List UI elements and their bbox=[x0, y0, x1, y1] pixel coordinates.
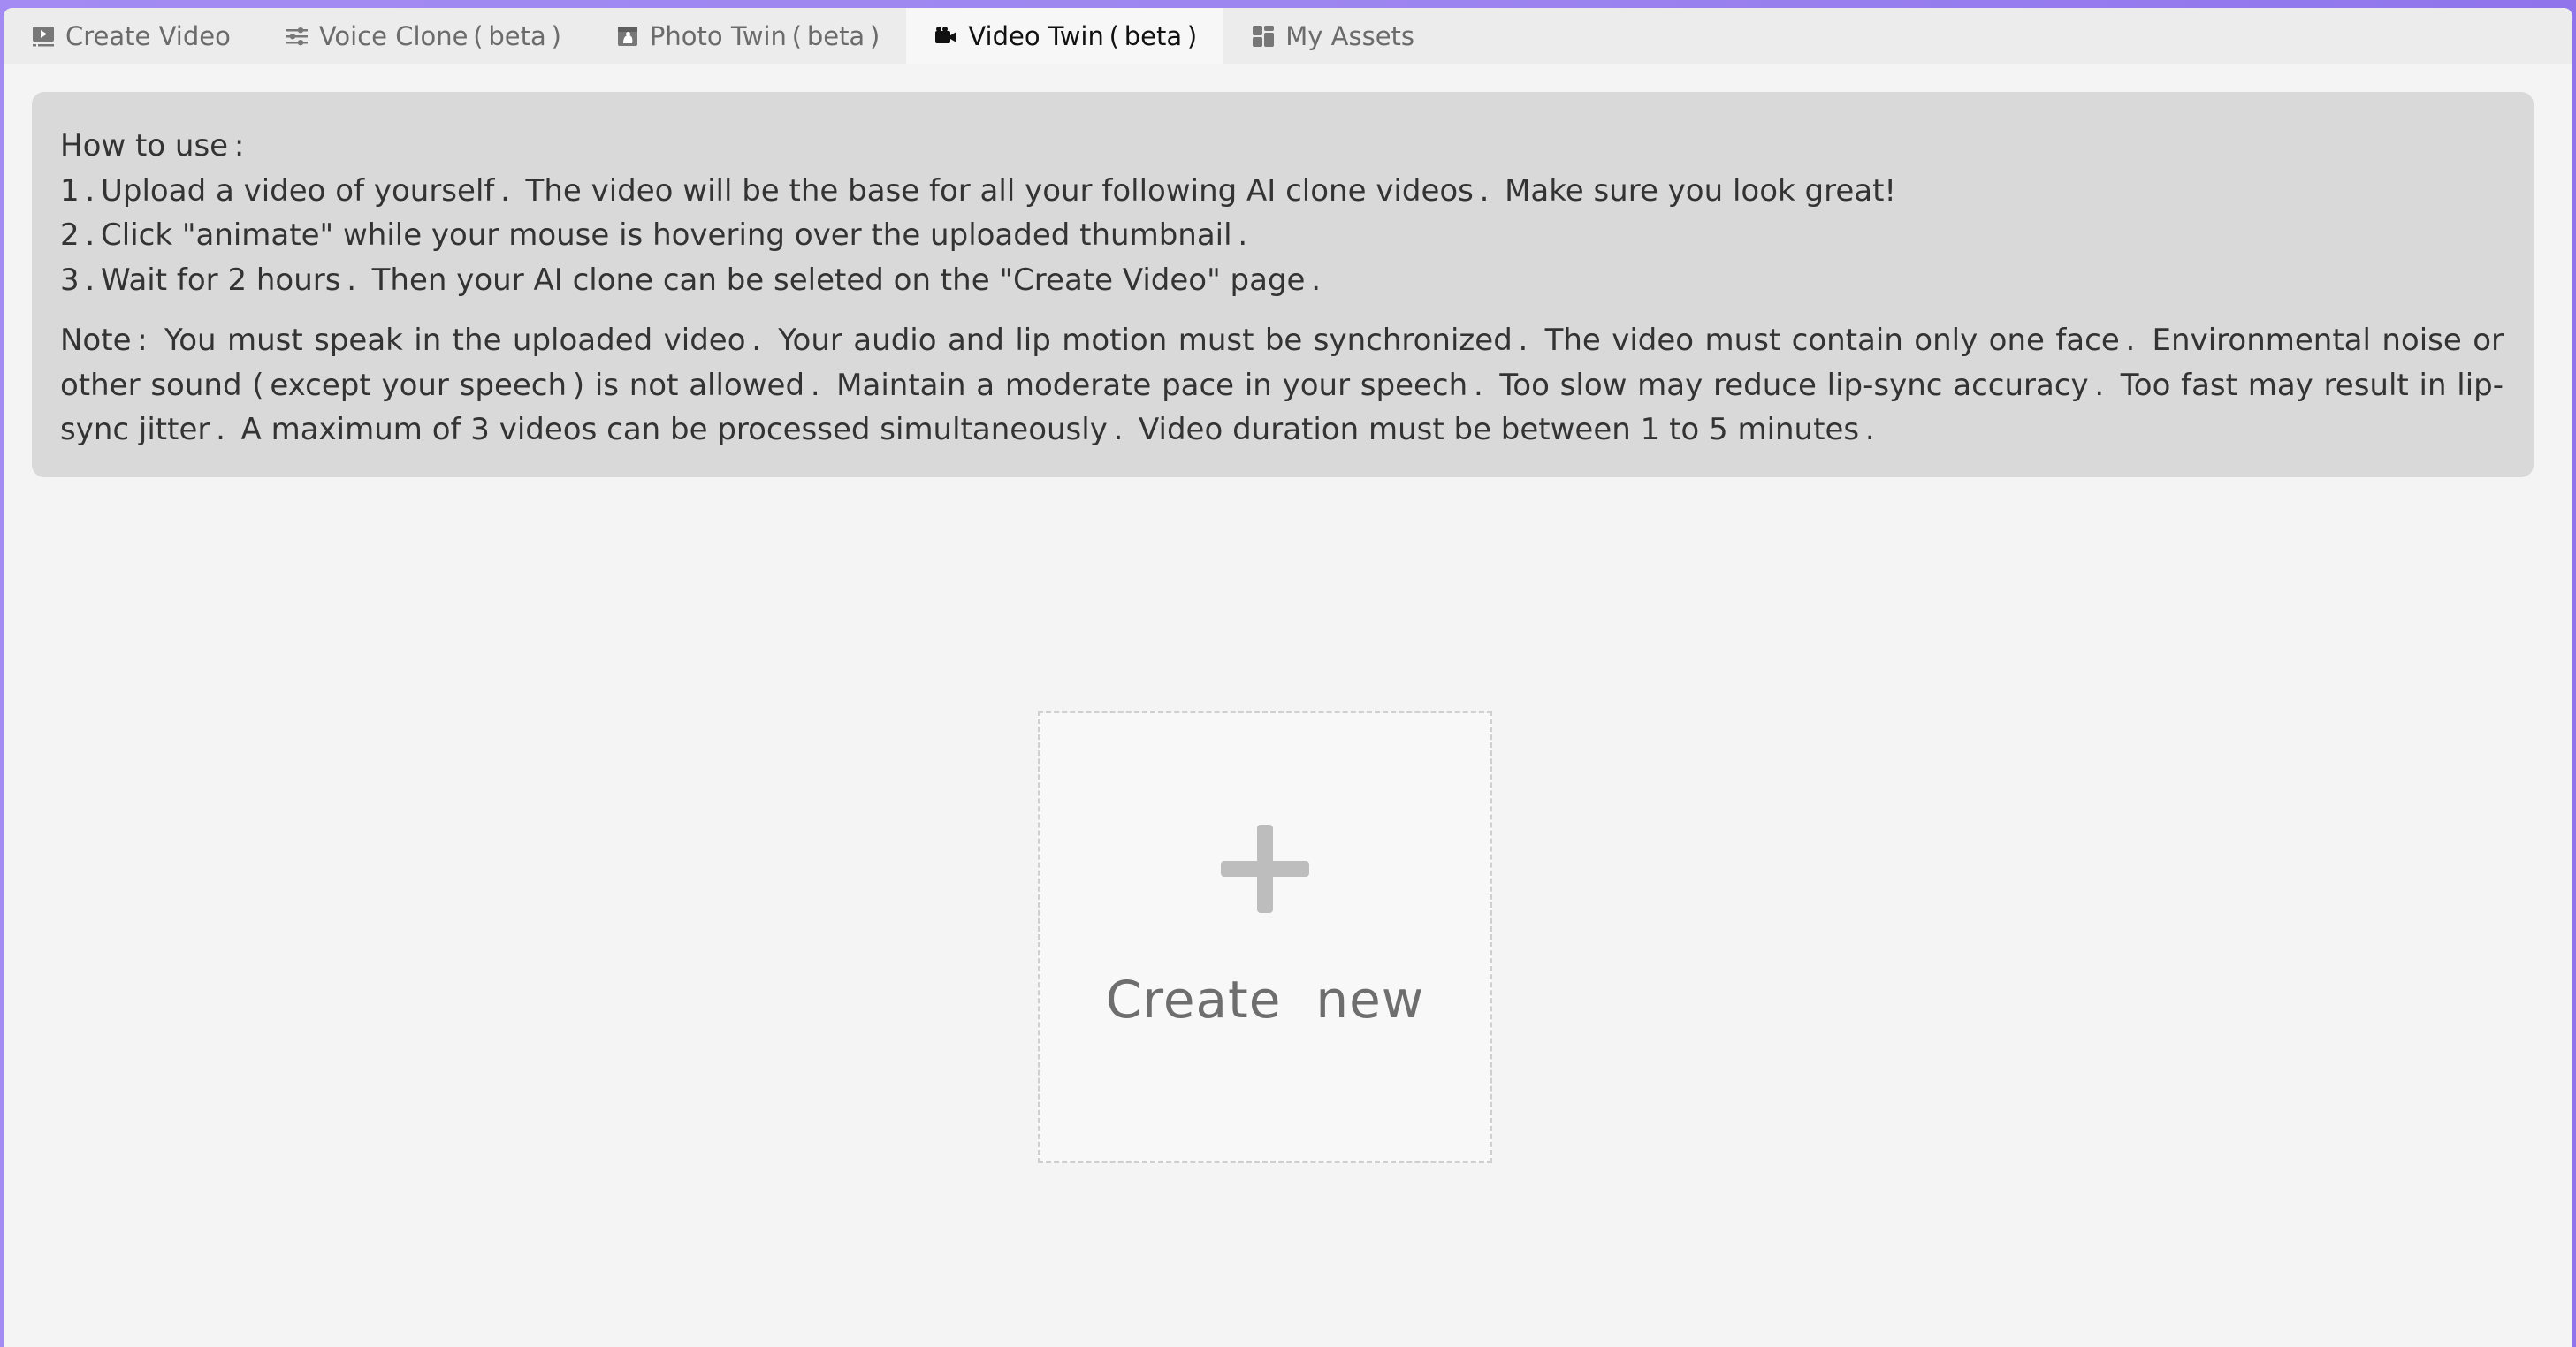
instructions-panel: How to use : 1 . Upload a video of yours… bbox=[32, 92, 2534, 477]
tab-video-twin[interactable]: Video Twin ( beta ) bbox=[906, 8, 1224, 64]
app-frame: Create Video Voice Clone ( beta ) Photo … bbox=[0, 0, 2576, 1347]
tab-my-assets[interactable]: My Assets bbox=[1223, 8, 1441, 64]
tab-label: Create Video bbox=[65, 20, 231, 51]
instruction-step: 1 . Upload a video of yourself . The vid… bbox=[60, 172, 1897, 209]
app-window: Create Video Voice Clone ( beta ) Photo … bbox=[4, 8, 2572, 1347]
tab-label: Video Twin ( beta ) bbox=[968, 20, 1198, 51]
create-new-button[interactable]: Create new bbox=[1038, 711, 1492, 1163]
tab-label: Voice Clone ( beta ) bbox=[318, 20, 561, 51]
grid-icon bbox=[1250, 23, 1277, 49]
play-screen-icon bbox=[30, 23, 57, 49]
plus-icon bbox=[1221, 825, 1309, 913]
instructions-heading: How to use : bbox=[60, 128, 245, 164]
create-new-label: Create new bbox=[1105, 970, 1425, 1030]
tab-label: Photo Twin ( beta ) bbox=[649, 20, 880, 51]
tab-create-video[interactable]: Create Video bbox=[4, 8, 257, 64]
video-camera-icon bbox=[933, 23, 959, 49]
tab-voice-clone[interactable]: Voice Clone ( beta ) bbox=[257, 8, 588, 64]
tab-label: My Assets bbox=[1285, 20, 1415, 51]
sliders-icon bbox=[284, 23, 310, 49]
photo-icon bbox=[614, 23, 641, 49]
instruction-step: 3 . Wait for 2 hours . Then your AI clon… bbox=[60, 262, 1322, 298]
tab-photo-twin[interactable]: Photo Twin ( beta ) bbox=[588, 8, 906, 64]
tab-bar: Create Video Voice Clone ( beta ) Photo … bbox=[4, 8, 2572, 64]
instructions-note: Note : You must speak in the uploaded vi… bbox=[60, 323, 2504, 447]
instruction-step: 2 . Click "animate" while your mouse is … bbox=[60, 217, 1248, 253]
